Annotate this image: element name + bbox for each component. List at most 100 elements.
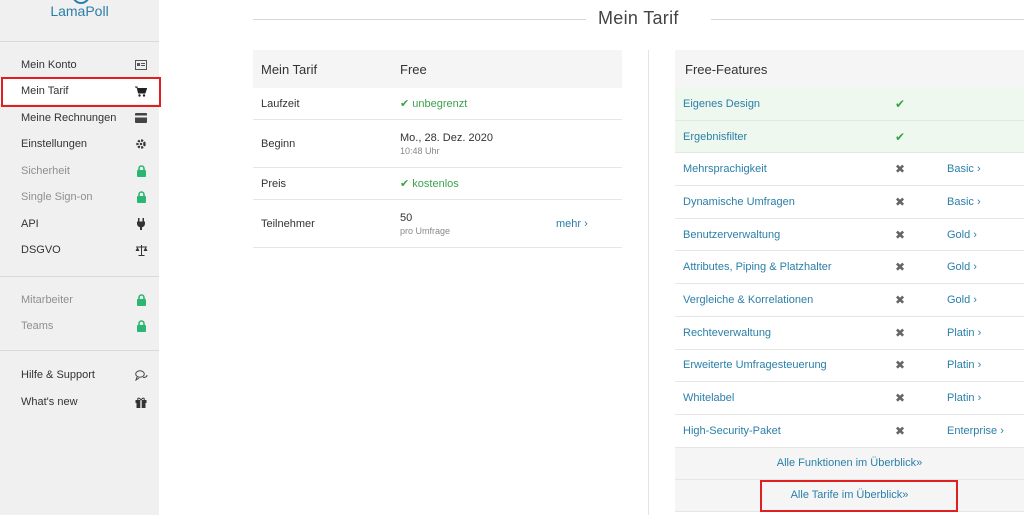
sidebar-item-label: What's new — [21, 396, 78, 408]
more-link[interactable]: mehr › — [556, 218, 622, 230]
lock-icon — [134, 293, 148, 307]
upgrade-plan-link[interactable]: Gold › — [947, 294, 1024, 306]
sidebar-item-label: Teams — [21, 320, 54, 332]
checkmark-icon: ✔ — [400, 178, 413, 190]
scale-icon — [134, 243, 148, 257]
lock-icon — [134, 164, 148, 178]
feature-row: Attributes, Piping & Platzhalter ✖ Gold › — [675, 251, 1024, 285]
tarif-row: Preis ✔ kostenlos — [253, 168, 622, 200]
all-tariffs-link[interactable]: Alle Tarife im Überblick» — [675, 479, 1024, 512]
features-header: Free-Features — [675, 50, 1024, 88]
feature-name-link[interactable]: Rechteverwaltung — [675, 327, 895, 339]
cross-icon: ✖ — [895, 292, 906, 307]
gift-icon — [134, 395, 148, 409]
feature-name-link[interactable]: Eigenes Design — [675, 98, 895, 110]
tarif-row-value: 50 pro Umfrage — [400, 212, 556, 236]
sidebar-item-label: Hilfe & Support — [21, 369, 95, 381]
tarif-row: Beginn Mo., 28. Dez. 2020 10:48 Uhr — [253, 120, 622, 168]
feature-name-link[interactable]: Erweiterte Umfragesteuerung — [675, 359, 895, 371]
brand-logo[interactable]: LamaPoll — [0, 3, 159, 19]
upgrade-plan-link[interactable]: Enterprise › — [947, 425, 1024, 437]
sidebar-item-mein-konto[interactable]: Mein Konto — [0, 52, 159, 78]
tarif-row: Laufzeit ✔ unbegrenzt — [253, 88, 622, 120]
sidebar-divider — [0, 41, 159, 42]
tarif-table: Mein Tarif Free Laufzeit ✔ unbegrenzt Begi… — [253, 50, 622, 248]
column-divider — [648, 50, 649, 515]
cross-icon: ✖ — [895, 391, 906, 406]
lock-icon — [134, 190, 148, 204]
sidebar-item-hilfe-support[interactable]: Hilfe & Support — [0, 362, 159, 388]
sidebar-item-label: Mein Tarif — [21, 85, 69, 97]
feature-row: Ergebnisfilter ✔ — [675, 120, 1024, 154]
chat-icon — [134, 368, 148, 382]
cross-icon: ✖ — [895, 358, 906, 373]
tarif-table-header: Mein Tarif Free — [253, 50, 622, 88]
tarif-row-label: Teilnehmer — [261, 217, 315, 230]
feature-name-link[interactable]: Benutzerverwaltung — [675, 229, 895, 241]
sidebar-item-einstellungen[interactable]: Einstellungen — [0, 131, 159, 157]
gear-icon — [134, 137, 148, 151]
features-table: Free-Features Eigenes Design ✔ Ergebnisfil… — [675, 50, 1024, 512]
lock-icon — [134, 319, 148, 333]
sidebar-item-single-sign-on[interactable]: Single Sign-on — [0, 184, 159, 210]
sidebar-item-label: Einstellungen — [21, 138, 88, 150]
tarif-row-subtext: pro Umfrage — [400, 225, 451, 236]
feature-name-link[interactable]: Mehrsprachigkeit — [675, 163, 895, 175]
feature-name-link[interactable]: Dynamische Umfragen — [675, 196, 895, 208]
sidebar-item-what-s-new[interactable]: What's new — [0, 389, 159, 415]
feature-row: Rechteverwaltung ✖ Platin › — [675, 317, 1024, 350]
feature-name-link[interactable]: Vergleiche & Korrelationen — [675, 294, 895, 306]
feature-row: Benutzerverwaltung ✖ Gold › — [675, 219, 1024, 252]
cart-icon — [134, 84, 148, 98]
sidebar-item-sicherheit[interactable]: Sicherheit — [0, 158, 159, 184]
sidebar-item-api[interactable]: API — [0, 211, 159, 237]
sidebar-item-teams[interactable]: Teams — [0, 313, 159, 339]
sidebar-item-meine-rechnungen[interactable]: Meine Rechnungen — [0, 105, 159, 131]
feature-name-link[interactable]: Whitelabel — [675, 392, 895, 404]
upgrade-plan-link[interactable]: Gold › — [947, 261, 1024, 273]
page-title: Mein Tarif — [598, 8, 679, 28]
sidebar-item-label: Sicherheit — [21, 165, 70, 177]
checkmark-icon: ✔ — [400, 98, 413, 110]
tarif-row-label: Laufzeit — [261, 97, 300, 110]
upgrade-plan-link[interactable]: Basic › — [947, 163, 1024, 175]
checkmark-icon: ✔ — [895, 129, 906, 144]
feature-name-link[interactable]: Attributes, Piping & Platzhalter — [675, 261, 895, 273]
upgrade-plan-link[interactable]: Platin › — [947, 327, 1024, 339]
upgrade-plan-link[interactable]: Platin › — [947, 359, 1024, 371]
feature-row: Dynamische Umfragen ✖ Basic › — [675, 186, 1024, 219]
sidebar-divider — [0, 350, 159, 351]
tarif-row: Teilnehmer 50 pro Umfrage mehr › — [253, 200, 622, 248]
tarif-row-label: Preis — [261, 177, 287, 190]
heading-rule-left — [253, 19, 586, 20]
cross-icon: ✖ — [895, 194, 906, 209]
feature-row: Mehrsprachigkeit ✖ Basic › — [675, 153, 1024, 187]
sidebar-divider — [0, 276, 159, 277]
tarif-row-value: ✔ kostenlos — [400, 178, 459, 190]
feature-row: Erweiterte Umfragesteuerung ✖ Platin › — [675, 350, 1024, 383]
heading-rule-right — [711, 19, 1024, 20]
credit-card-icon — [134, 111, 148, 125]
tarif-row-label: Beginn — [261, 137, 296, 150]
feature-name-link[interactable]: Ergebnisfilter — [675, 131, 895, 143]
all-functions-link[interactable]: Alle Funktionen im Überblick» — [675, 447, 1024, 480]
upgrade-plan-link[interactable]: Gold › — [947, 229, 1024, 241]
tarif-row-subtext: 10:48 Uhr — [400, 145, 440, 156]
cross-icon: ✖ — [895, 423, 906, 438]
sidebar-item-mitarbeiter[interactable]: Mitarbeiter — [0, 287, 159, 313]
sidebar-item-label: Mitarbeiter — [21, 294, 73, 306]
tarif-row-value: Mo., 28. Dez. 2020 10:48 Uhr — [400, 132, 556, 156]
sidebar-item-dsgvo[interactable]: DSGVO — [0, 237, 159, 263]
tarif-header-label: Mein Tarif — [261, 61, 318, 77]
upgrade-plan-link[interactable]: Basic › — [947, 196, 1024, 208]
cross-icon: ✖ — [895, 260, 906, 275]
cross-icon: ✖ — [895, 325, 906, 340]
feature-name-link[interactable]: High-Security-Paket — [675, 425, 895, 437]
feature-row: Vergleiche & Korrelationen ✖ Gold › — [675, 284, 1024, 317]
sidebar-item-label: Meine Rechnungen — [21, 112, 117, 124]
upgrade-plan-link[interactable]: Platin › — [947, 392, 1024, 404]
sidebar-item-mein-tarif[interactable]: Mein Tarif — [0, 78, 159, 104]
tarif-row-value: ✔ unbegrenzt — [400, 98, 468, 110]
feature-row: Eigenes Design ✔ — [675, 88, 1024, 121]
tarif-header-value: Free — [400, 61, 427, 77]
